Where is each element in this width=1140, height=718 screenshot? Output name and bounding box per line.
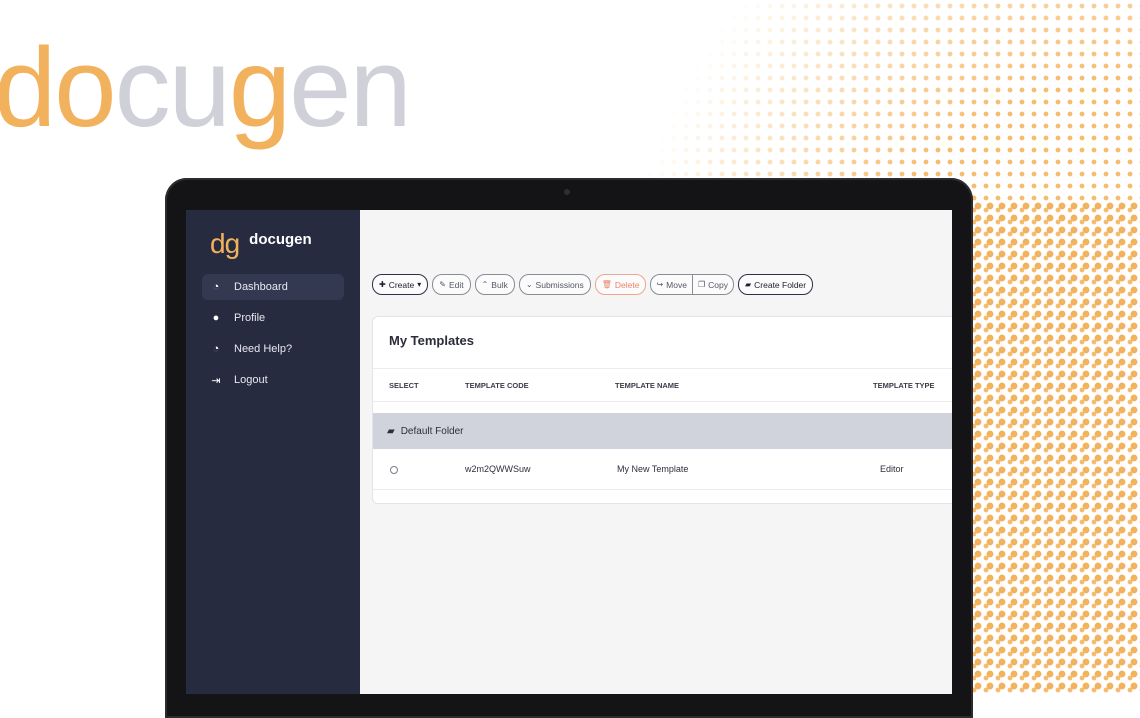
folder-row-default[interactable]: ▰ Default Folder bbox=[373, 413, 952, 449]
templates-card: My Templates SELECT TEMPLATE CODE TEMPLA… bbox=[372, 316, 952, 504]
folder-open-icon: ▰ bbox=[387, 425, 395, 437]
pie-chart-icon: ◔ bbox=[212, 281, 220, 293]
sidebar-item-need-help[interactable]: ◔ Need Help? bbox=[202, 336, 344, 362]
logo-mark: dg bbox=[210, 228, 240, 259]
edit-icon: ✎ bbox=[439, 280, 446, 289]
logout-icon: ⇥ bbox=[211, 374, 221, 387]
folder-name: Default Folder bbox=[400, 425, 464, 437]
submissions-button[interactable]: ⌄ Submissions bbox=[518, 274, 591, 295]
sidebar-item-logout[interactable]: ⇥ Logout bbox=[202, 367, 344, 393]
table-header: SELECT TEMPLATE CODE TEMPLATE NAME TEMPL… bbox=[373, 368, 952, 402]
double-chevron-down-icon: ⌄ bbox=[525, 280, 533, 289]
column-header-template-name: TEMPLATE NAME bbox=[615, 381, 680, 390]
sidebar-item-label: Need Help? bbox=[234, 343, 293, 355]
move-button[interactable]: ↪ Move bbox=[651, 275, 692, 294]
app-screen: dg docugen ◔ Dashboard ● Profile ◔ Need … bbox=[186, 210, 952, 694]
halftone-background-dense bbox=[960, 200, 1140, 694]
template-code-cell: w2m2QWWSuw bbox=[465, 464, 531, 474]
headset-icon: ◔ bbox=[212, 343, 220, 355]
edit-button[interactable]: ✎ Edit bbox=[432, 274, 471, 295]
sidebar: dg docugen ◔ Dashboard ● Profile ◔ Need … bbox=[186, 210, 360, 694]
template-name-cell: My New Template bbox=[617, 464, 689, 474]
create-folder-button[interactable]: ▰ Create Folder bbox=[737, 274, 814, 295]
share-arrow-icon: ↪ bbox=[656, 280, 664, 289]
template-type-cell: Editor bbox=[880, 464, 904, 474]
table-row[interactable]: w2m2QWWSuw My New Template Editor bbox=[373, 451, 952, 490]
folder-icon: ▰ bbox=[744, 280, 752, 289]
trash-icon: 🗑 bbox=[601, 280, 612, 289]
select-radio[interactable] bbox=[390, 466, 398, 474]
copy-button[interactable]: ❐ Copy bbox=[691, 275, 733, 294]
sidebar-item-label: Logout bbox=[234, 374, 268, 386]
toolbar: ✚ Create ▾ ✎ Edit ⌃ Bulk ⌄ Submissions 🗑… bbox=[372, 274, 814, 295]
copy-icon: ❐ bbox=[697, 280, 706, 289]
bulk-button[interactable]: ⌃ Bulk bbox=[474, 274, 515, 295]
sidebar-nav: ◔ Dashboard ● Profile ◔ Need Help? ⇥ Log… bbox=[202, 274, 344, 398]
column-header-template-code: TEMPLATE CODE bbox=[465, 381, 529, 390]
chevron-down-icon: ▾ bbox=[417, 280, 422, 289]
create-button[interactable]: ✚ Create ▾ bbox=[372, 274, 429, 295]
delete-button[interactable]: 🗑 Delete bbox=[594, 274, 647, 295]
user-icon: ● bbox=[212, 312, 220, 324]
column-header-template-type: TEMPLATE TYPE bbox=[873, 381, 935, 390]
logo-text: docugen bbox=[249, 231, 312, 248]
sidebar-item-label: Dashboard bbox=[234, 281, 288, 293]
plus-icon: ✚ bbox=[379, 280, 386, 289]
column-header-select: SELECT bbox=[389, 381, 419, 390]
move-copy-group: ↪ Move ❐ Copy bbox=[650, 274, 734, 295]
sidebar-item-label: Profile bbox=[234, 312, 266, 324]
main-content: ✚ Create ▾ ✎ Edit ⌃ Bulk ⌄ Submissions 🗑… bbox=[360, 210, 952, 694]
sidebar-item-dashboard[interactable]: ◔ Dashboard bbox=[202, 274, 344, 300]
sidebar-item-profile[interactable]: ● Profile bbox=[202, 305, 344, 331]
docugen-logo: docugen bbox=[0, 25, 412, 150]
card-title: My Templates bbox=[389, 333, 475, 348]
sidebar-logo[interactable]: dg docugen bbox=[210, 230, 312, 258]
laptop-camera bbox=[564, 189, 570, 195]
double-chevron-up-icon: ⌃ bbox=[481, 280, 489, 289]
